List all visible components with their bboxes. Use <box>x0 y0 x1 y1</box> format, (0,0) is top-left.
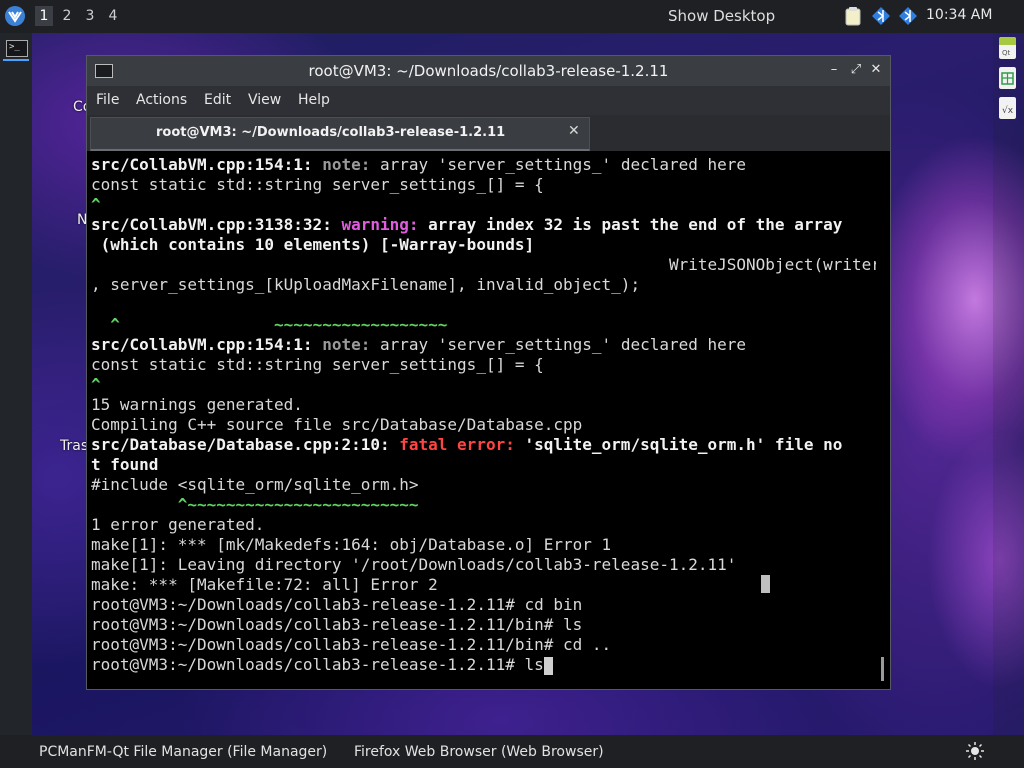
menu-view[interactable]: View <box>248 92 281 108</box>
task-file-manager[interactable]: PCManFM-Qt File Manager (File Manager) <box>39 744 327 760</box>
show-desktop-button[interactable]: Show Desktop <box>668 7 775 25</box>
left-launcher-panel <box>0 33 32 735</box>
terminal-line: WriteJSONObject(writer <box>91 255 876 274</box>
terminal-line: src/CollabVM.cpp:3138:32: warning: array… <box>91 215 843 234</box>
tab-label: root@VM3: ~/Downloads/collab3-release-1.… <box>156 125 506 140</box>
terminal-output[interactable]: src/CollabVM.cpp:154:1: note: array 'ser… <box>87 151 890 689</box>
terminal-line: src/CollabVM.cpp:154:1: note: array 'ser… <box>91 155 747 174</box>
menu-help[interactable]: Help <box>298 92 330 108</box>
terminal-cursor <box>543 656 553 675</box>
terminal-line: ^ ~~~~~~~~~~~~~~~~~~ <box>91 315 448 334</box>
workspace-3[interactable]: 3 <box>81 6 99 26</box>
terminal-line: t found <box>91 455 159 474</box>
qt-doc-icon[interactable]: Qt <box>999 37 1016 59</box>
workspace-2[interactable]: 2 <box>58 6 76 26</box>
tab-bar: root@VM3: ~/Downloads/collab3-release-1.… <box>87 115 890 151</box>
network-diamond-icon[interactable] <box>871 6 891 26</box>
menu-bar: File Actions Edit View Help <box>87 86 890 115</box>
terminal-line: root@VM3:~/Downloads/collab3-release-1.2… <box>91 595 583 614</box>
terminal-line: make: *** [Makefile:72: all] Error 2 <box>91 575 438 594</box>
terminal-line: 15 warnings generated. <box>91 395 303 414</box>
maximize-icon[interactable]: ⤢ <box>847 61 865 79</box>
terminal-line: 1 error generated. <box>91 515 265 534</box>
terminal-line: ^ <box>91 375 101 394</box>
bluetooth-diamond-icon[interactable] <box>898 6 918 26</box>
window-titlebar[interactable]: root@VM3: ~/Downloads/collab3-release-1.… <box>87 56 890 86</box>
terminal-line: src/CollabVM.cpp:154:1: note: array 'ser… <box>91 335 747 354</box>
terminal-launcher-icon[interactable]: >_ <box>6 40 28 57</box>
brightness-icon[interactable] <box>966 742 984 760</box>
spreadsheet-doc-icon[interactable] <box>999 67 1016 89</box>
terminal-line: make[1]: Leaving directory '/root/Downlo… <box>91 555 737 574</box>
terminal-line: ^~~~~~~~~~~~~~~~~~~~~~~~~ <box>91 495 419 514</box>
top-panel: 1 2 3 4 Show Desktop 10:34 AM <box>0 0 1024 33</box>
stray-cursor-block <box>761 575 770 593</box>
clipboard-icon[interactable] <box>843 6 863 26</box>
formula-doc-icon[interactable]: √x <box>999 97 1016 119</box>
svg-text:Qt: Qt <box>1002 49 1011 57</box>
terminal-line: root@VM3:~/Downloads/collab3-release-1.2… <box>91 635 612 654</box>
terminal-line: (which contains 10 elements) [-Warray-bo… <box>91 235 535 254</box>
svg-text:√x: √x <box>1002 105 1014 116</box>
desktop-icon-label-trash[interactable]: Tras <box>60 438 88 454</box>
menu-file[interactable]: File <box>96 92 119 108</box>
minimize-icon[interactable]: – <box>825 61 843 79</box>
app-menu-icon[interactable] <box>4 5 26 27</box>
terminal-line: const static std::string server_settings… <box>91 355 544 374</box>
terminal-line: #include <sqlite_orm/sqlite_orm.h> <box>91 475 419 494</box>
terminal-window: root@VM3: ~/Downloads/collab3-release-1.… <box>86 55 891 690</box>
menu-edit[interactable]: Edit <box>204 92 231 108</box>
terminal-line: , server_settings_[kUploadMaxFilename], … <box>91 275 641 294</box>
right-desktop-strip <box>993 33 1024 735</box>
window-title: root@VM3: ~/Downloads/collab3-release-1.… <box>308 62 669 80</box>
terminal-line: make[1]: *** [mk/Makedefs:164: obj/Datab… <box>91 535 612 554</box>
menu-actions[interactable]: Actions <box>136 92 187 108</box>
workspace-4[interactable]: 4 <box>104 6 122 26</box>
active-launcher-indicator <box>3 59 29 61</box>
terminal-prompt-line: root@VM3:~/Downloads/collab3-release-1.2… <box>91 655 876 675</box>
terminal-line: Compiling C++ source file src/Database/D… <box>91 415 583 434</box>
bottom-taskbar: PCManFM-Qt File Manager (File Manager) F… <box>0 735 1024 768</box>
terminal-line: root@VM3:~/Downloads/collab3-release-1.2… <box>91 615 583 634</box>
terminal-line: const static std::string server_settings… <box>91 175 544 194</box>
tab-close-icon[interactable]: ✕ <box>568 123 580 139</box>
terminal-scrollbar[interactable] <box>881 657 884 681</box>
close-icon[interactable]: ✕ <box>867 61 885 79</box>
workspace-1[interactable]: 1 <box>35 6 53 26</box>
clock[interactable]: 10:34 AM <box>926 7 992 23</box>
terminal-line: ^ <box>91 195 101 214</box>
task-firefox[interactable]: Firefox Web Browser (Web Browser) <box>354 744 604 760</box>
terminal-tab[interactable]: root@VM3: ~/Downloads/collab3-release-1.… <box>90 117 590 151</box>
terminal-line: src/Database/Database.cpp:2:10: fatal er… <box>91 435 843 454</box>
